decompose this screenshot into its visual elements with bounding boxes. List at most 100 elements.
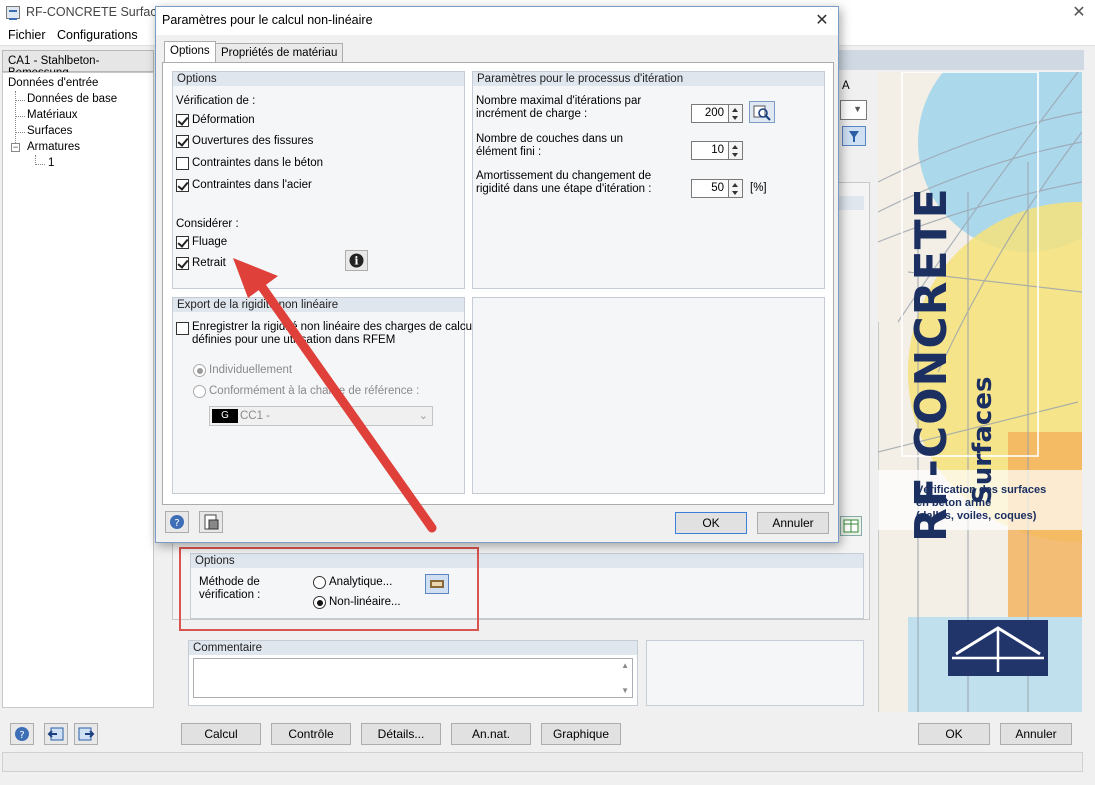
max-iterations-label: Nombre maximal d'itérations par [476, 95, 642, 107]
checkbox-save-stiffness[interactable] [176, 322, 189, 335]
control-button[interactable]: Contrôle [271, 723, 351, 745]
comment-group: Commentaire ▲ ▼ [188, 640, 638, 706]
iteration-details-button[interactable] [749, 101, 775, 123]
layers-stepper[interactable] [729, 141, 743, 160]
tree-connector [35, 164, 45, 165]
dialog-help-button[interactable]: ? [165, 511, 189, 533]
highlight-box [179, 547, 479, 631]
checkbox-crack-widths-label: Ouvertures des fissures [192, 135, 314, 147]
tree-item-base-data[interactable]: Données de base [27, 93, 117, 105]
checkbox-shrinkage-label: Retrait [192, 257, 226, 269]
dialog-defaults-button[interactable] [199, 511, 223, 533]
svg-text:?: ? [174, 518, 179, 529]
radio-individually[interactable] [193, 364, 206, 377]
radio-reference-load-label: Conformément à la charge de référence : [209, 385, 420, 397]
nonlinear-settings-dialog: Paramètres pour le calcul non-linéaire ✕… [155, 6, 839, 543]
tab-material-properties[interactable]: Propriétés de matériau [215, 43, 344, 63]
checkbox-steel-stresses[interactable] [176, 179, 189, 192]
tab-options[interactable]: Options [164, 41, 216, 63]
collapse-toggle-icon[interactable]: − [11, 143, 20, 152]
checkbox-deformation-label: Déformation [192, 114, 255, 126]
save-stiffness-label-2: définies pour une utilisation dans RFEM [192, 334, 396, 346]
background-dropdown[interactable]: ▼ [840, 100, 867, 120]
tree-item-input-data[interactable]: Données d'entrée [8, 77, 98, 89]
tree-item-materials[interactable]: Matériaux [27, 109, 78, 121]
table-green-icon [843, 519, 859, 533]
panel-header-fragment [838, 196, 864, 210]
case-selector[interactable]: CA1 - Stahlbeton-Bemessung [2, 50, 154, 79]
checkbox-concrete-stresses[interactable] [176, 157, 189, 170]
group-header: Export de la rigidité non linéaire [173, 298, 464, 312]
tree-connector [15, 116, 25, 117]
comment-side-group [646, 640, 864, 706]
stepper-up-icon[interactable] [732, 183, 738, 187]
layers-input[interactable]: 10 [691, 141, 729, 160]
dialog-close-icon[interactable]: ✕ [810, 10, 834, 32]
layers-label-2: élément fini : [476, 146, 542, 158]
chevron-down-icon: ▼ [853, 104, 862, 114]
stepper-down-icon[interactable] [732, 191, 738, 195]
tab-content: Options Vérification de : Déformation Ou… [162, 62, 834, 505]
help-icon: ? [15, 727, 29, 741]
export-grid-button[interactable] [840, 516, 862, 536]
tree-connector [15, 132, 25, 133]
dialog-ok-button[interactable]: OK [675, 512, 747, 534]
splash-desc-line: Vérification des surfaces [916, 484, 1047, 496]
filter-icon [849, 131, 859, 142]
reference-load-value: CC1 - [240, 410, 271, 422]
splash-desc-line: (dalles, voiles, coques) [916, 510, 1037, 522]
tree-item-reinforcement-1[interactable]: 1 [48, 157, 54, 169]
radio-individually-label: Individuellement [209, 364, 293, 376]
tree-item-reinforcement[interactable]: Armatures [27, 141, 80, 153]
svg-text:?: ? [19, 730, 24, 741]
stepper-down-icon[interactable] [732, 153, 738, 157]
menu-configurations[interactable]: Configurations [57, 28, 138, 42]
checkbox-deformation[interactable] [176, 114, 189, 127]
radio-reference-load[interactable] [193, 385, 206, 398]
previous-button[interactable] [44, 723, 68, 745]
empty-group [472, 297, 825, 494]
iteration-group: Paramètres pour le processus d'itération… [472, 71, 825, 289]
group-header: Options [173, 72, 464, 86]
clipboard-icon [204, 514, 219, 530]
window-close-icon[interactable]: ✕ [1066, 2, 1092, 24]
product-splash: RF-CONCRETE Surfaces Vérification des su… [878, 72, 1082, 712]
scroll-down-icon[interactable]: ▼ [621, 686, 629, 695]
details-button[interactable]: Détails... [361, 723, 441, 745]
calc-button[interactable]: Calcul [181, 723, 261, 745]
options-group: Options Vérification de : Déformation Ou… [172, 71, 465, 289]
main-cancel-button[interactable]: Annuler [1000, 723, 1072, 745]
help-button[interactable]: ? [10, 723, 34, 745]
reference-load-dropdown[interactable]: G CC1 - ⌄ [209, 406, 433, 426]
checkbox-crack-widths[interactable] [176, 135, 189, 148]
graphic-button[interactable]: Graphique [541, 723, 621, 745]
checkbox-concrete-stresses-label: Contraintes dans le béton [192, 157, 324, 169]
header-fragment: A [842, 80, 850, 92]
checkbox-creep[interactable] [176, 236, 189, 249]
tree-item-surfaces[interactable]: Surfaces [27, 125, 72, 137]
save-stiffness-label: Enregistrer la rigidité non linéaire des… [192, 321, 475, 333]
splash-desc-line: en béton armé [916, 497, 992, 509]
damping-label-2: rigidité dans une étape d'itération : [476, 183, 652, 195]
menu-file[interactable]: Fichier [8, 28, 46, 42]
stepper-down-icon[interactable] [732, 116, 738, 120]
info-button[interactable]: i [345, 250, 368, 271]
national-annex-button[interactable]: An.nat. [451, 723, 531, 745]
max-iterations-input[interactable]: 200 [691, 104, 729, 123]
navigator-tree: Données d'entrée Données de base Matéria… [2, 72, 154, 708]
next-button[interactable] [74, 723, 98, 745]
group-header: Paramètres pour le processus d'itération [473, 72, 824, 86]
stepper-up-icon[interactable] [732, 145, 738, 149]
main-ok-button[interactable]: OK [918, 723, 990, 745]
stepper-up-icon[interactable] [732, 108, 738, 112]
max-iterations-stepper[interactable] [729, 104, 743, 123]
damping-input[interactable]: 50 [691, 179, 729, 198]
dialog-cancel-button[interactable]: Annuler [757, 512, 829, 534]
arrow-right-icon [78, 727, 95, 741]
scroll-up-icon[interactable]: ▲ [621, 661, 629, 670]
comment-input[interactable]: ▲ ▼ [193, 658, 633, 698]
checkbox-shrinkage[interactable] [176, 257, 189, 270]
filter-button[interactable] [842, 126, 866, 146]
app-icon [6, 6, 20, 20]
damping-stepper[interactable] [729, 179, 743, 198]
